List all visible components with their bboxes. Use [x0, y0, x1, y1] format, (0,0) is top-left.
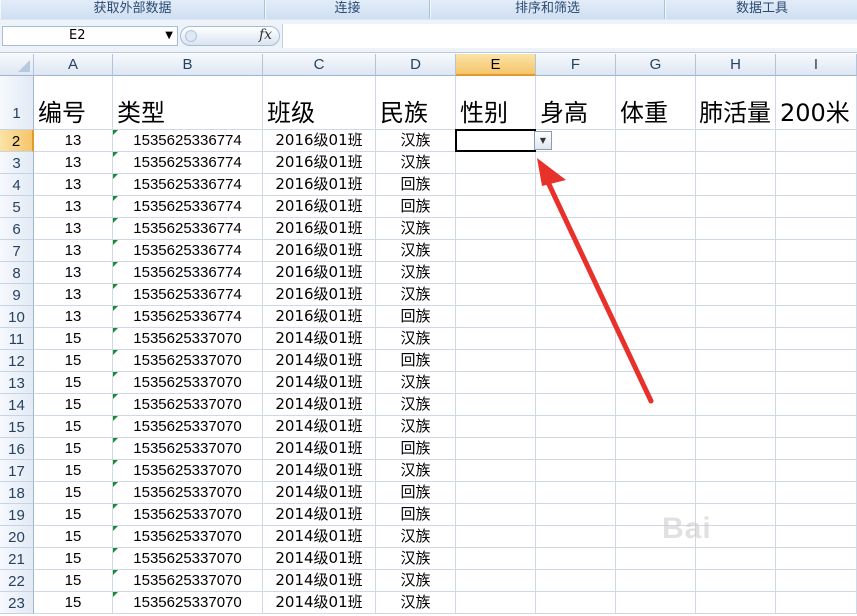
- arrow-shaft: [543, 175, 654, 404]
- arrow-head: [537, 158, 566, 186]
- arrow-annotation: [537, 158, 654, 404]
